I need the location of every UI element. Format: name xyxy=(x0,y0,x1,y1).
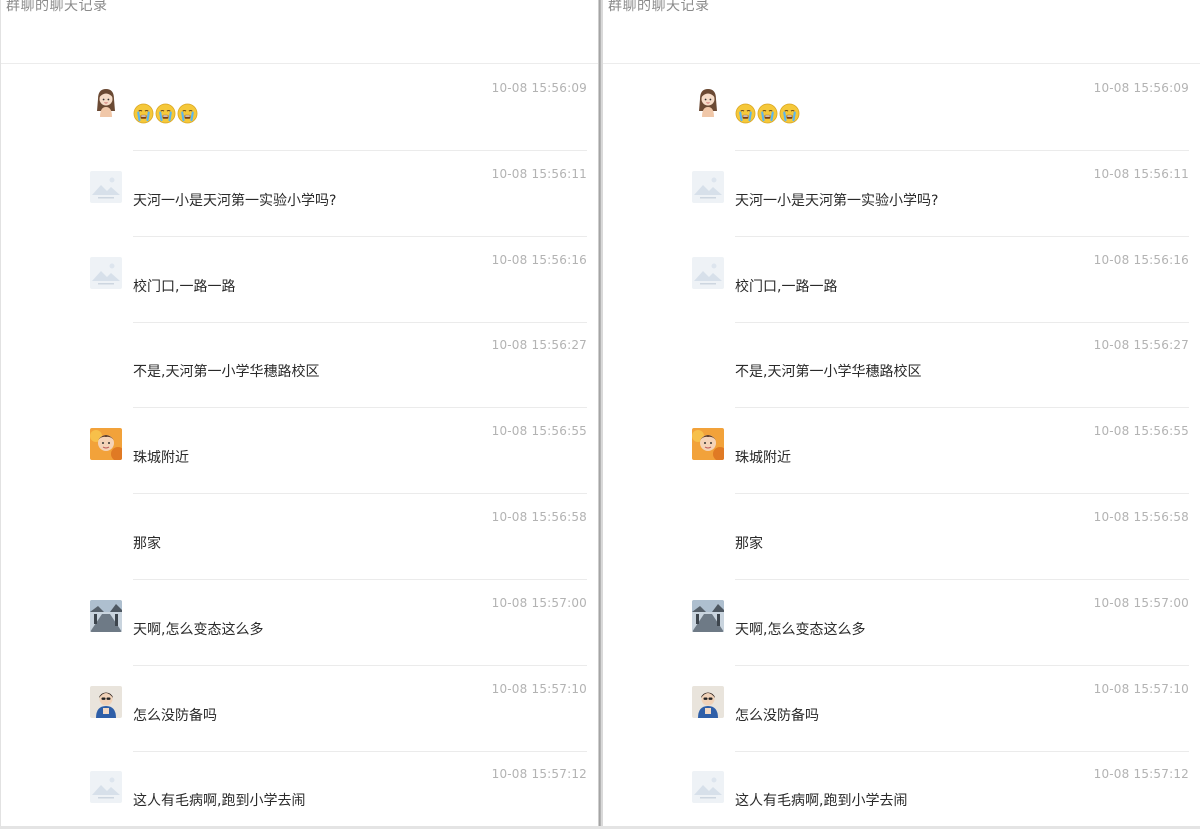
crying-face-icon xyxy=(735,103,756,125)
message-timestamp: 10-08 15:57:10 xyxy=(491,681,587,696)
image-placeholder-avatar[interactable] xyxy=(692,170,724,203)
crying-face-icon xyxy=(177,103,198,125)
message-item[interactable]: 10-08 15:56:11 天河一小是天河第一实验小学吗? xyxy=(1,151,599,237)
message-timestamp: 10-08 15:56:09 xyxy=(491,81,587,95)
message-text: 校门口,一路一路 xyxy=(133,278,236,295)
message-text: 这人有毛病啊,跑到小学去闹 xyxy=(735,793,908,810)
message-text: 那家 xyxy=(735,536,763,552)
message-timestamp: 10-08 15:57:10 xyxy=(1093,681,1189,696)
message-timestamp: 10-08 15:56:16 xyxy=(491,252,587,267)
message-item[interactable]: 10-08 15:57:10 怎么没防备吗 xyxy=(603,666,1200,752)
chat-history-panel-left: 群聊的聊天记录 10-08 15:56:09 10-08 15:56:11 天河一… xyxy=(0,0,599,826)
message-text: 天河一小是天河第一实验小学吗? xyxy=(133,192,337,209)
photo-avatar-person[interactable] xyxy=(692,685,724,718)
image-placeholder-avatar[interactable] xyxy=(90,170,122,203)
message-item[interactable]: 10-08 15:56:16 校门口,一路一路 xyxy=(603,237,1200,323)
message-timestamp: 10-08 15:57:12 xyxy=(491,767,587,782)
message-text: 天啊,怎么变态这么多 xyxy=(735,621,866,638)
message-item[interactable]: 10-08 15:57:10 怎么没防备吗 xyxy=(1,666,599,752)
image-placeholder-avatar[interactable] xyxy=(90,256,122,289)
message-text: 不是,天河第一小学华穗路校区 xyxy=(133,364,320,381)
message-item[interactable]: 10-08 15:56:27 不是,天河第一小学华穗路校区 xyxy=(603,322,1200,409)
emoji-message xyxy=(133,103,198,125)
message-item[interactable]: 10-08 15:57:12 这人有毛病啊,跑到小学去闹 xyxy=(1,751,599,826)
message-timestamp: 10-08 15:56:58 xyxy=(491,510,587,524)
image-placeholder-avatar[interactable] xyxy=(90,771,122,804)
message-text: 那家 xyxy=(133,536,161,552)
message-item[interactable]: 10-08 15:56:09 xyxy=(1,65,599,151)
emoji-message xyxy=(735,103,800,125)
photo-avatar-street[interactable] xyxy=(692,599,724,632)
message-timestamp: 10-08 15:56:09 xyxy=(1093,81,1189,95)
crying-face-icon xyxy=(155,103,176,125)
photo-avatar-orange[interactable] xyxy=(692,428,724,461)
message-text: 校门口,一路一路 xyxy=(735,278,838,295)
message-timestamp: 10-08 15:56:55 xyxy=(491,424,587,439)
message-item[interactable]: 10-08 15:56:11 天河一小是天河第一实验小学吗? xyxy=(603,151,1200,237)
page-title: 群聊的聊天记录 xyxy=(608,0,710,14)
page-title: 群聊的聊天记录 xyxy=(6,0,108,14)
message-timestamp: 10-08 15:57:00 xyxy=(491,595,587,610)
image-placeholder-avatar[interactable] xyxy=(692,771,724,804)
crying-face-icon xyxy=(757,103,778,125)
message-item[interactable]: 10-08 15:56:55 珠城附近 xyxy=(603,408,1200,495)
message-timestamp: 10-08 15:56:11 xyxy=(1093,166,1189,181)
chat-history-header: 群聊的聊天记录 xyxy=(1,0,599,64)
message-text: 天啊,怎么变态这么多 xyxy=(133,621,264,638)
message-text: 不是,天河第一小学华穗路校区 xyxy=(735,364,922,381)
message-item[interactable]: 10-08 15:56:16 校门口,一路一路 xyxy=(1,237,599,323)
message-item[interactable]: 10-08 15:56:09 xyxy=(603,65,1200,151)
message-item[interactable]: 10-08 15:57:00 天啊,怎么变态这么多 xyxy=(1,580,599,666)
message-timestamp: 10-08 15:57:12 xyxy=(1093,767,1189,782)
chat-history-panel-right: 群聊的聊天记录 10-08 15:56:09 10-08 15:56:11 天河一… xyxy=(602,0,1200,826)
photo-avatar-orange[interactable] xyxy=(90,428,122,461)
message-timestamp: 10-08 15:56:11 xyxy=(491,166,587,181)
crying-face-icon xyxy=(779,103,800,125)
girl-avatar[interactable] xyxy=(90,85,122,117)
message-item[interactable]: 10-08 15:56:27 不是,天河第一小学华穗路校区 xyxy=(1,322,599,409)
girl-avatar[interactable] xyxy=(692,85,724,117)
message-text: 怎么没防备吗 xyxy=(735,707,819,724)
message-item[interactable]: 10-08 15:56:55 珠城附近 xyxy=(1,408,599,495)
screenshot-stage: 群聊的聊天记录 10-08 15:56:09 10-08 15:56:11 天河一… xyxy=(0,0,1200,829)
message-timestamp: 10-08 15:57:00 xyxy=(1093,595,1189,610)
image-placeholder-avatar[interactable] xyxy=(692,256,724,289)
message-timestamp: 10-08 15:56:27 xyxy=(491,338,587,353)
message-timestamp: 10-08 15:56:16 xyxy=(1093,252,1189,267)
message-text: 怎么没防备吗 xyxy=(133,707,217,724)
message-text: 珠城附近 xyxy=(735,450,791,467)
message-text: 这人有毛病啊,跑到小学去闹 xyxy=(133,793,306,810)
message-item[interactable]: 10-08 15:56:58 那家 xyxy=(603,494,1200,580)
message-item[interactable]: 10-08 15:56:58 那家 xyxy=(1,494,599,580)
photo-avatar-person[interactable] xyxy=(90,685,122,718)
message-timestamp: 10-08 15:56:58 xyxy=(1093,510,1189,524)
message-item[interactable]: 10-08 15:57:00 天啊,怎么变态这么多 xyxy=(603,580,1200,666)
message-timestamp: 10-08 15:56:55 xyxy=(1093,424,1189,439)
chat-history-header: 群聊的聊天记录 xyxy=(603,0,1200,64)
message-item[interactable]: 10-08 15:57:12 这人有毛病啊,跑到小学去闹 xyxy=(603,751,1200,826)
photo-avatar-street[interactable] xyxy=(90,599,122,632)
crying-face-icon xyxy=(133,103,154,125)
message-timestamp: 10-08 15:56:27 xyxy=(1093,338,1189,353)
message-text: 天河一小是天河第一实验小学吗? xyxy=(735,192,939,209)
message-text: 珠城附近 xyxy=(133,450,189,467)
